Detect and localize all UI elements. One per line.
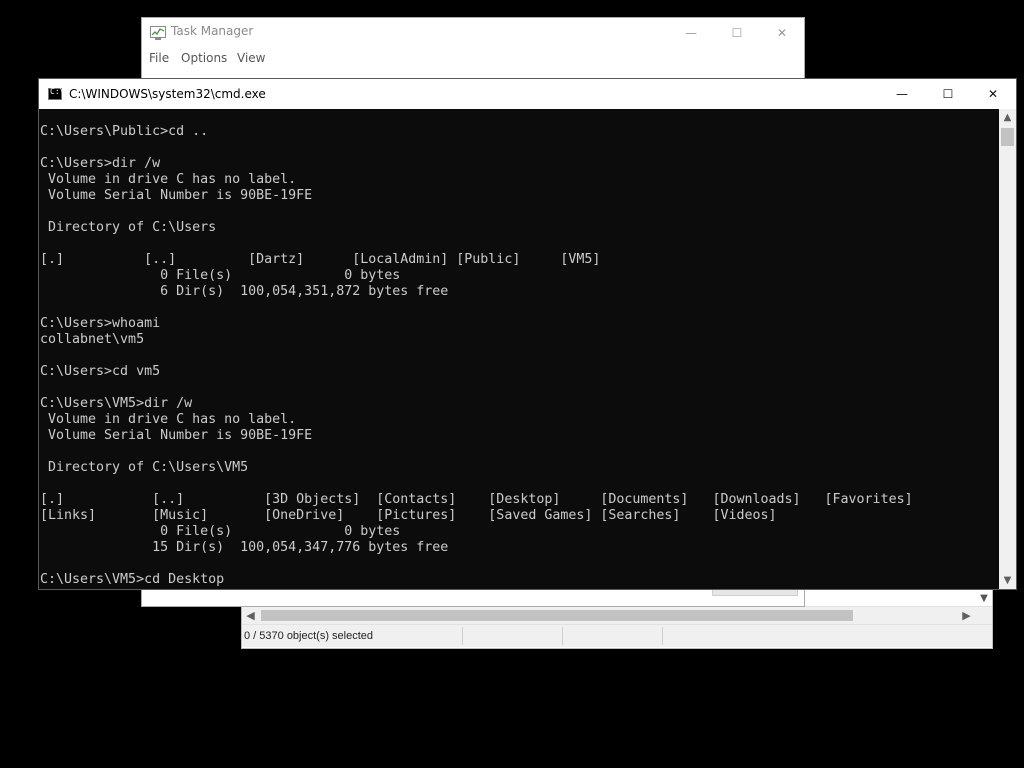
console-line: Volume Serial Number is 90BE-19FE	[40, 428, 313, 443]
window-title: Task Manager	[171, 24, 254, 38]
close-icon[interactable]: ✕	[759, 18, 805, 48]
scroll-right-arrow-icon[interactable]: ▶	[958, 607, 975, 624]
console-line: [Links] [Music] [OneDrive] [Pictures] [S…	[40, 508, 777, 523]
menu-bar: File Options View	[142, 48, 804, 70]
window-title: C:\WINDOWS\system32\cmd.exe	[69, 87, 266, 101]
menu-file[interactable]: File	[149, 51, 169, 65]
task-manager-titlebar[interactable]: Task Manager — ☐ ✕	[142, 18, 804, 48]
console-line: collabnet\vm5	[40, 332, 145, 347]
cmd-titlebar[interactable]: C:\ C:\WINDOWS\system32\cmd.exe — ☐ ✕	[39, 79, 1016, 109]
console-line: [.] [..] [Dartz] [LocalAdmin] [Public] […	[40, 252, 601, 267]
console-line: [.] [..] [3D Objects] [Contacts] [Deskto…	[40, 492, 913, 507]
vertical-scrollbar[interactable]: ▲ ▼	[999, 109, 1016, 589]
status-divider	[662, 627, 663, 645]
scroll-down-arrow-icon[interactable]: ▼	[976, 590, 992, 606]
menu-view[interactable]: View	[237, 51, 265, 65]
status-divider	[462, 627, 463, 645]
console-line: C:\Users>dir /w	[40, 156, 161, 171]
status-bar: 0 / 5370 object(s) selected	[242, 625, 992, 647]
console-line: Volume in drive C has no label.	[40, 412, 297, 427]
minimize-icon[interactable]: —	[668, 18, 714, 48]
console-line: 0 File(s) 0 bytes	[40, 524, 401, 539]
maximize-icon[interactable]: ☐	[714, 18, 760, 48]
console-line: 6 Dir(s) 100,054,351,872 bytes free	[40, 284, 449, 299]
minimize-icon[interactable]: —	[879, 79, 925, 109]
console-line: C:\Users\VM5>dir /w	[40, 396, 193, 411]
console-output-area[interactable]: C:\Users\Public>cd .. C:\Users>dir /w Vo…	[39, 109, 999, 589]
scroll-left-arrow-icon[interactable]: ◀	[242, 607, 259, 624]
console-line: Directory of C:\Users	[40, 220, 217, 235]
console-line: 0 File(s) 0 bytes	[40, 268, 401, 283]
console-line: Volume Serial Number is 90BE-19FE	[40, 188, 313, 203]
scroll-up-arrow-icon[interactable]: ▲	[999, 109, 1016, 126]
vertical-scrollbar-thumb[interactable]	[1001, 128, 1014, 146]
console-line: C:\Users\VM5>cd Desktop	[40, 572, 225, 587]
close-icon[interactable]: ✕	[970, 79, 1016, 109]
console-text: C:\Users\Public>cd .. C:\Users>dir /w Vo…	[40, 124, 913, 588]
console-line: C:\Users\Public>cd ..	[40, 124, 209, 139]
command-prompt-icon: C:\	[48, 87, 64, 100]
horizontal-scrollbar[interactable]: ◀ ▶	[242, 606, 992, 625]
menu-options[interactable]: Options	[181, 51, 227, 65]
scroll-down-arrow-icon[interactable]: ▼	[999, 572, 1016, 589]
console-line: C:\Users>whoami	[40, 316, 161, 331]
selected-objects-status: 0 / 5370 object(s) selected	[244, 630, 374, 642]
status-divider	[562, 627, 563, 645]
command-prompt-window: C:\ C:\WINDOWS\system32\cmd.exe — ☐ ✕ C:…	[38, 78, 1017, 590]
console-line: Directory of C:\Users\VM5	[40, 460, 249, 475]
console-line: Volume in drive C has no label.	[40, 172, 297, 187]
console-line: C:\Users>cd vm5	[40, 364, 161, 379]
maximize-icon[interactable]: ☐	[925, 79, 971, 109]
task-manager-icon	[150, 26, 166, 40]
horizontal-scrollbar-thumb[interactable]	[261, 610, 853, 621]
console-line: 15 Dir(s) 100,054,347,776 bytes free	[40, 540, 449, 555]
